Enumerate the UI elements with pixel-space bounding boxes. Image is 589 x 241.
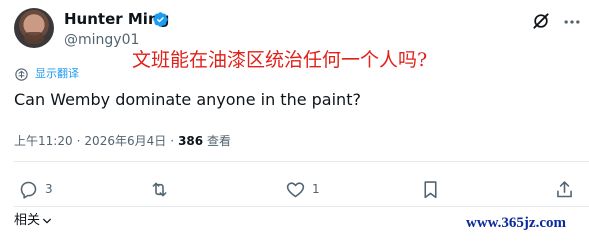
bookmark-button[interactable] bbox=[420, 178, 441, 200]
avatar[interactable] bbox=[14, 8, 54, 48]
show-translation-button[interactable]: 显示翻译 bbox=[14, 66, 79, 82]
related-label: 相关 bbox=[14, 213, 41, 228]
bookmark-icon bbox=[424, 180, 437, 198]
meta-separator: · bbox=[76, 134, 81, 148]
reply-count: 3 bbox=[45, 182, 53, 196]
tweet-meta: 上午11:20 · 2026年6月4日 · 386 查看 bbox=[14, 132, 231, 150]
user-handle[interactable]: @mingy01 bbox=[64, 31, 139, 49]
tweet-date[interactable]: 2026年6月4日 bbox=[84, 134, 166, 148]
retweet-button[interactable] bbox=[149, 178, 176, 200]
tweet-text: Can Wemby dominate anyone in the paint? bbox=[14, 90, 361, 109]
overlay-caption: 文班能在油漆区统治任何一个人吗? bbox=[132, 49, 428, 71]
divider bbox=[14, 206, 589, 207]
tweet-time[interactable]: 上午11:20 bbox=[14, 134, 73, 148]
retweet-icon bbox=[152, 182, 167, 196]
related-toggle[interactable]: 相关 bbox=[14, 212, 52, 230]
grok-icon[interactable] bbox=[531, 11, 551, 31]
like-button[interactable]: 1 bbox=[285, 178, 320, 200]
meta-separator: · bbox=[170, 134, 175, 148]
tweet-card: Hunter Ming @mingy01 显示翻译 文班能在油漆区统治任何一个人… bbox=[0, 0, 589, 241]
share-button[interactable] bbox=[554, 178, 575, 200]
reply-button[interactable]: 3 bbox=[18, 178, 53, 200]
more-icon[interactable] bbox=[562, 12, 582, 32]
reply-icon bbox=[20, 181, 37, 199]
verified-badge-icon bbox=[153, 12, 168, 27]
watermark: www.365jz.com bbox=[466, 215, 566, 231]
views-count: 386 bbox=[178, 134, 204, 148]
divider bbox=[14, 161, 589, 162]
views-label: 查看 bbox=[206, 134, 231, 148]
translate-icon bbox=[15, 67, 28, 81]
share-icon bbox=[557, 180, 572, 197]
show-translation-label[interactable]: 显示翻译 bbox=[35, 66, 79, 82]
heart-icon bbox=[286, 181, 305, 197]
like-count: 1 bbox=[312, 182, 320, 196]
chevron-down-icon bbox=[43, 218, 51, 224]
